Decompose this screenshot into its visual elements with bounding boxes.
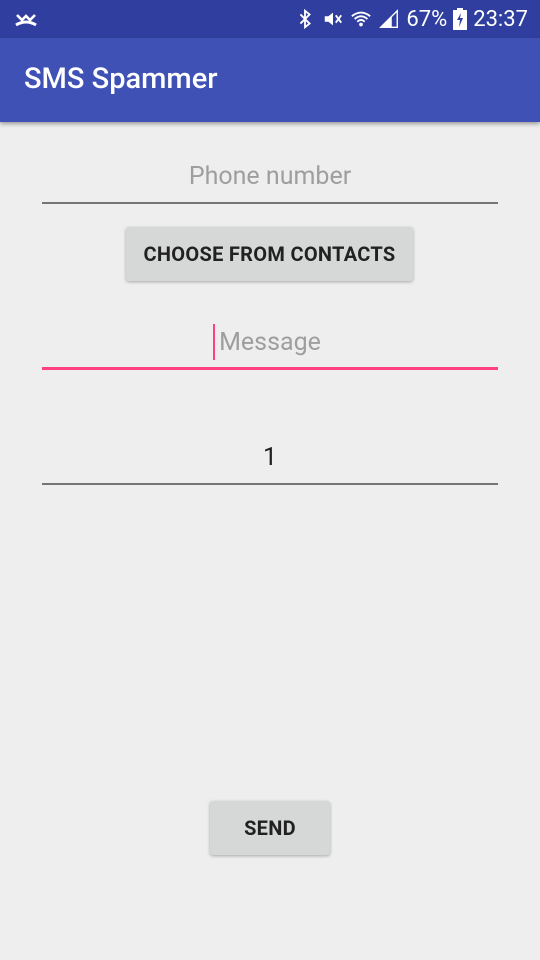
phone-number-underline — [42, 202, 498, 204]
phone-number-placeholder: Phone number — [188, 162, 352, 191]
status-icons: 67% 23:37 — [294, 0, 528, 38]
count-underline — [42, 483, 498, 485]
app-bar: SMS Spammer — [0, 38, 540, 122]
battery-charging-icon — [453, 8, 468, 30]
missed-call-icon — [15, 14, 37, 27]
wifi-icon — [351, 11, 372, 27]
message-underline — [42, 367, 498, 370]
count-value: 1 — [262, 443, 278, 472]
signal-icon — [379, 9, 399, 28]
status-time: 23:37 — [473, 6, 528, 32]
vibrate-icon — [325, 12, 343, 26]
count-field[interactable]: 1 — [42, 429, 498, 485]
bluetooth-icon — [300, 8, 312, 30]
phone-number-field[interactable]: Phone number — [42, 148, 498, 204]
send-button[interactable]: SEND — [210, 801, 330, 855]
app-title: SMS Spammer — [24, 62, 218, 96]
choose-from-contacts-button[interactable]: CHOOSE FROM CONTACTS — [126, 227, 413, 281]
status-bar: 67% 23:37 — [0, 0, 540, 38]
message-field[interactable]: Message — [42, 314, 498, 370]
battery-percent: 67% — [406, 6, 448, 32]
message-placeholder: Message — [219, 328, 321, 357]
